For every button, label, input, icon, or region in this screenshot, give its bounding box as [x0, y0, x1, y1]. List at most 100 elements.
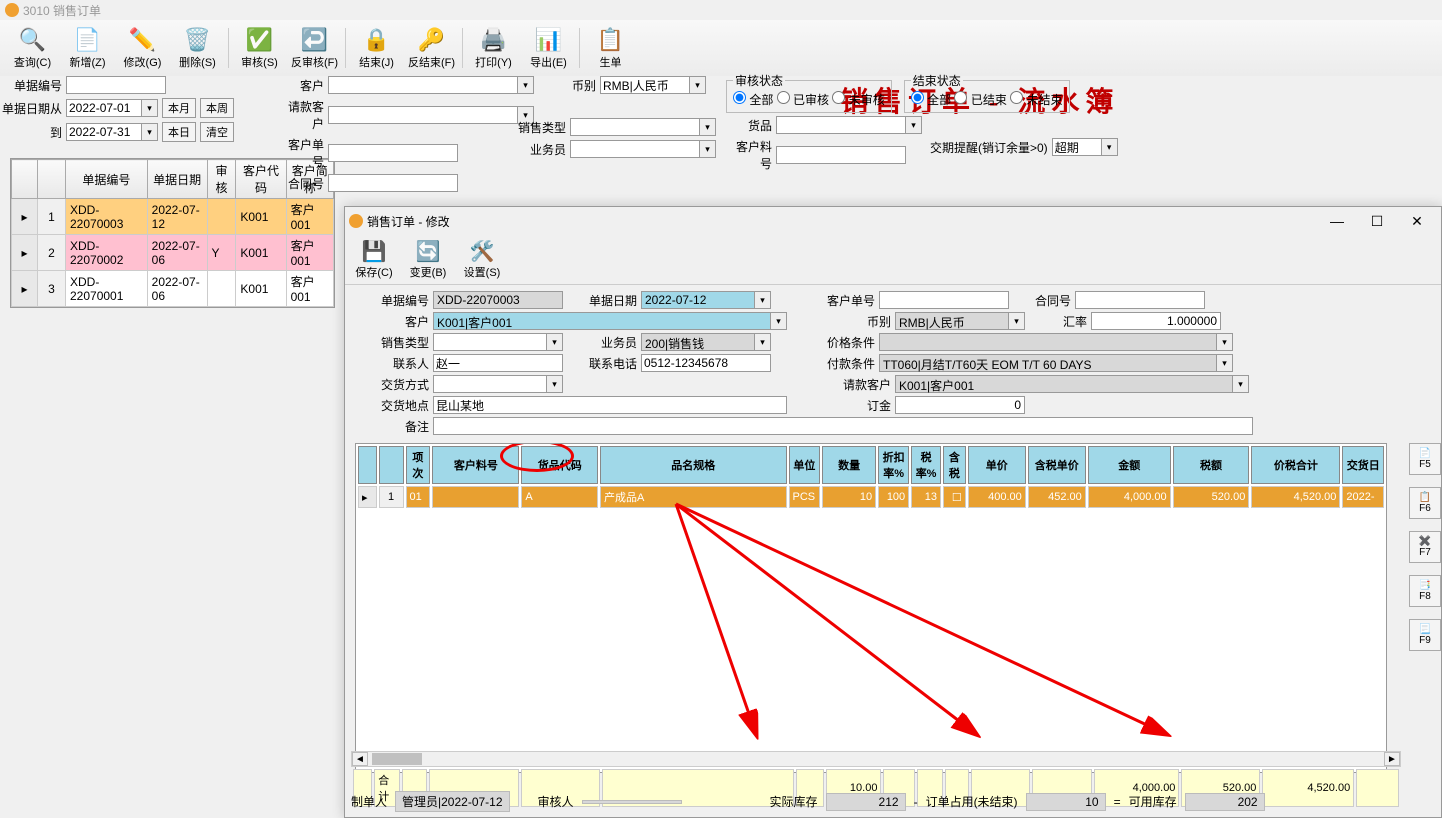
close-opt-yes[interactable]: 已结束 — [954, 93, 1006, 107]
filter-custdoc[interactable] — [328, 144, 458, 162]
btn-today[interactable]: 本日 — [162, 122, 196, 142]
form-saletype-dd-icon[interactable]: ▾ — [547, 333, 563, 351]
form-priceterm[interactable] — [879, 333, 1217, 351]
form-deposit[interactable]: 0 — [895, 396, 1025, 414]
form-payterm[interactable]: TT060|月结T/T60天 EOM T/T 60 DAYS — [879, 354, 1217, 372]
toolbar-反结束(F)[interactable]: 🔑反结束(F) — [404, 22, 459, 74]
toolbar-打印(Y)[interactable]: 🖨️打印(Y) — [466, 22, 521, 74]
form-salesman[interactable]: 200|销售钱 — [641, 333, 755, 351]
due-dd-icon[interactable]: ▾ — [1102, 138, 1118, 156]
side-btn-F8[interactable]: 📑F8 — [1409, 575, 1441, 607]
detail-header[interactable]: 单价 — [968, 446, 1026, 484]
audit-opt-yes[interactable]: 已审核 — [777, 93, 829, 107]
side-btn-F5[interactable]: 📄F5 — [1409, 443, 1441, 475]
toolbar-审核(S)[interactable]: ✅审核(S) — [232, 22, 287, 74]
filter-due[interactable] — [1052, 138, 1102, 156]
form-phone[interactable] — [641, 354, 771, 372]
scroll-right-icon[interactable]: ► — [1384, 752, 1400, 766]
form-saletype[interactable] — [433, 333, 547, 351]
maximize-button[interactable]: ☐ — [1357, 209, 1397, 233]
detail-header[interactable]: 价税合计 — [1251, 446, 1340, 484]
form-currency[interactable]: RMB|人民币 — [895, 312, 1009, 330]
main-grid-row[interactable]: ▸3XDD-220700012022-07-06K001客户001 — [12, 271, 334, 307]
main-grid-row[interactable]: ▸1XDD-220700032022-07-12K001客户001 — [12, 199, 334, 235]
detail-header[interactable]: 税率% — [911, 446, 941, 484]
filter-doc-no[interactable] — [66, 76, 166, 94]
product-dd-icon[interactable]: ▾ — [906, 116, 922, 134]
form-salesman-dd-icon[interactable]: ▾ — [755, 333, 771, 351]
detail-header[interactable] — [379, 446, 404, 484]
form-reqcust[interactable]: K001|客户001 — [895, 375, 1233, 393]
toolbar-删除(S)[interactable]: 🗑️删除(S) — [170, 22, 225, 74]
btn-this-week[interactable]: 本周 — [200, 98, 234, 118]
scroll-left-icon[interactable]: ◄ — [352, 752, 368, 766]
filter-custpart[interactable] — [776, 146, 906, 164]
detail-row[interactable]: ▸101A产成品APCS1010013☐400.00452.004,000.00… — [358, 486, 1384, 508]
minimize-button[interactable]: — — [1317, 209, 1357, 233]
form-remark[interactable] — [433, 417, 1253, 435]
form-reqcust-dd-icon[interactable]: ▾ — [1233, 375, 1249, 393]
form-priceterm-dd-icon[interactable]: ▾ — [1217, 333, 1233, 351]
btn-clear[interactable]: 清空 — [200, 122, 234, 142]
side-btn-F9[interactable]: 📃F9 — [1409, 619, 1441, 651]
form-delivmode-dd-icon[interactable]: ▾ — [547, 375, 563, 393]
toolbar-修改(G)[interactable]: ✏️修改(G) — [115, 22, 170, 74]
detail-hscroll[interactable]: ◄ ► — [351, 751, 1401, 767]
main-grid-row[interactable]: ▸2XDD-220700022022-07-06YK001客户001 — [12, 235, 334, 271]
toolbar-生单[interactable]: 📋生单 — [583, 22, 638, 74]
side-btn-F7[interactable]: ✖️F7 — [1409, 531, 1441, 563]
main-grid-header[interactable]: 审核 — [207, 160, 236, 199]
form-delivmode[interactable] — [433, 375, 547, 393]
filter-saletype[interactable] — [570, 118, 700, 136]
detail-header[interactable]: 税额 — [1173, 446, 1250, 484]
close-opt-no[interactable]: 未结束 — [1010, 93, 1062, 107]
filter-product[interactable] — [776, 116, 906, 134]
form-contract[interactable] — [1075, 291, 1205, 309]
toolbar-导出(E)[interactable]: 📊导出(E) — [521, 22, 576, 74]
detail-header[interactable]: 客户料号 — [432, 446, 519, 484]
main-grid-header[interactable]: 单据编号 — [66, 160, 148, 199]
form-payterm-dd-icon[interactable]: ▾ — [1217, 354, 1233, 372]
edit-toolbar-设置(S)[interactable]: 🛠️设置(S) — [458, 237, 506, 282]
audit-opt-all[interactable]: 全部 — [733, 93, 773, 107]
form-currency-dd-icon[interactable]: ▾ — [1009, 312, 1025, 330]
date-from-dd-icon[interactable]: ▾ — [142, 99, 158, 117]
form-cust-doc[interactable] — [879, 291, 1009, 309]
currency-dd-icon[interactable]: ▾ — [690, 76, 706, 94]
detail-header[interactable]: 品名规格 — [600, 446, 786, 484]
audit-opt-no[interactable]: 未审核 — [832, 93, 884, 107]
detail-grid[interactable]: 项次客户料号货品代码品名规格单位数量折扣率%税率%含税单价含税单价金额税额价税合… — [355, 443, 1387, 773]
detail-header[interactable]: 单位 — [789, 446, 821, 484]
toolbar-新增(Z)[interactable]: 📄新增(Z) — [60, 22, 115, 74]
toolbar-结束(J)[interactable]: 🔒结束(J) — [349, 22, 404, 74]
detail-header[interactable]: 项次 — [406, 446, 431, 484]
doc-date-dd-icon[interactable]: ▾ — [755, 291, 771, 309]
detail-header[interactable]: 折扣率% — [878, 446, 909, 484]
detail-header[interactable]: 货品代码 — [521, 446, 598, 484]
side-btn-F6[interactable]: 📋F6 — [1409, 487, 1441, 519]
form-cust-dd-icon[interactable]: ▾ — [771, 312, 787, 330]
detail-header[interactable]: 含税单价 — [1028, 446, 1086, 484]
btn-this-month[interactable]: 本月 — [162, 98, 196, 118]
filter-date-from[interactable] — [66, 99, 142, 117]
form-doc-date[interactable]: 2022-07-12 — [641, 291, 755, 309]
date-to-dd-icon[interactable]: ▾ — [142, 123, 158, 141]
saletype-dd-icon[interactable]: ▾ — [700, 118, 716, 136]
filter-cust[interactable] — [328, 76, 518, 94]
detail-header[interactable]: 含税 — [943, 446, 966, 484]
filter-reqcust[interactable] — [328, 106, 518, 124]
main-grid-header[interactable]: 单据日期 — [147, 160, 207, 199]
filter-salesman[interactable] — [570, 140, 700, 158]
detail-header[interactable]: 数量 — [822, 446, 876, 484]
main-grid-header[interactable] — [38, 160, 66, 199]
detail-header[interactable] — [358, 446, 377, 484]
toolbar-查询(C)[interactable]: 🔍查询(C) — [5, 22, 60, 74]
detail-header[interactable]: 交货日 — [1342, 446, 1384, 484]
form-delivaddr[interactable] — [433, 396, 787, 414]
filter-contract[interactable] — [328, 174, 458, 192]
filter-currency[interactable] — [600, 76, 690, 94]
cust-dd-icon[interactable]: ▾ — [518, 76, 534, 94]
toolbar-反审核(F)[interactable]: ↩️反审核(F) — [287, 22, 342, 74]
detail-header[interactable]: 金额 — [1088, 446, 1171, 484]
close-button[interactable]: ✕ — [1397, 209, 1437, 233]
